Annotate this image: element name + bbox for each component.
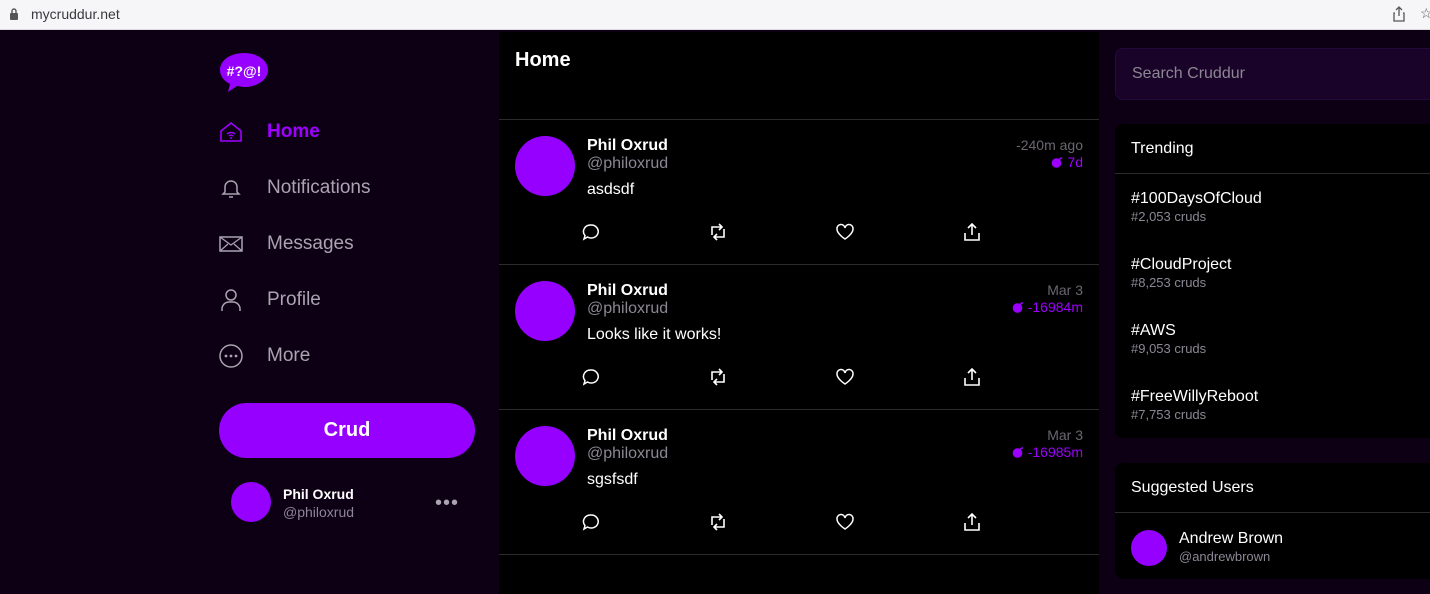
reply-icon[interactable] <box>579 220 603 244</box>
avatar <box>1131 530 1167 566</box>
crud-post[interactable]: Phil Oxrud @philoxrud asdsdf -240m ago 7… <box>499 120 1099 265</box>
trend-count: #9,053 cruds <box>1131 341 1207 356</box>
current-user-name: Phil Oxrud <box>283 486 354 502</box>
post-expiry: -16984m <box>1012 299 1083 315</box>
trending-box: Trending #100DaysOfCloud #2,053 cruds #C… <box>1115 124 1430 438</box>
envelope-icon <box>219 232 243 256</box>
star-icon[interactable]: ☆ <box>1420 5 1430 22</box>
post-expiry-text: -16984m <box>1027 299 1083 315</box>
post-author-handle[interactable]: @philoxrud <box>587 445 668 463</box>
url-text[interactable]: mycruddur.net <box>31 6 120 22</box>
post-time: -240m ago <box>1016 137 1083 153</box>
post-author-name[interactable]: Phil Oxrud <box>587 282 668 300</box>
heart-icon[interactable] <box>833 220 857 244</box>
trend-count: #7,753 cruds <box>1131 407 1207 422</box>
home-icon <box>219 120 243 144</box>
trend-tag: #AWS <box>1131 322 1176 339</box>
nav-label: Messages <box>267 233 354 254</box>
trend-item[interactable]: #FreeWillyReboot #7,753 cruds <box>1115 372 1430 438</box>
share-icon[interactable] <box>960 365 984 389</box>
lock-icon <box>10 8 18 20</box>
avatar[interactable] <box>515 281 575 341</box>
post-actions <box>579 510 999 534</box>
bell-icon <box>219 176 243 200</box>
avatar <box>231 482 271 522</box>
browser-address-bar: mycruddur.net ☆ <box>0 0 1430 30</box>
share-icon[interactable] <box>1392 6 1406 22</box>
suggested-user-handle: @andrewbrown <box>1179 549 1271 564</box>
logo-text: #?@! <box>227 63 262 79</box>
more-circle-icon <box>219 344 243 368</box>
suggested-users-box: Suggested Users Andrew Brown @andrewbrow… <box>1115 463 1430 579</box>
avatar[interactable] <box>515 136 575 196</box>
avatar[interactable] <box>515 426 575 486</box>
bomb-icon <box>1012 301 1024 313</box>
suggested-user-name: Andrew Brown <box>1179 530 1284 547</box>
nav-item-home[interactable]: Home <box>219 114 479 150</box>
trend-count: #8,253 cruds <box>1131 275 1207 290</box>
nav-label: More <box>267 345 311 366</box>
bomb-icon <box>1012 446 1024 458</box>
post-actions <box>579 220 999 244</box>
post-expiry-text: -16985m <box>1027 444 1083 460</box>
share-icon[interactable] <box>960 510 984 534</box>
search-box <box>1115 48 1430 100</box>
trending-title: Trending <box>1115 124 1430 174</box>
nav-item-notifications[interactable]: Notifications <box>219 170 479 206</box>
page-title: Home <box>515 49 571 71</box>
post-message: Looks like it works! <box>587 326 722 343</box>
cruddur-logo[interactable]: #?@! <box>219 51 269 93</box>
nav-item-profile[interactable]: Profile <box>219 282 479 318</box>
trend-tag: #100DaysOfCloud <box>1131 190 1262 207</box>
post-message: asdsdf <box>587 181 635 198</box>
post-expiry: 7d <box>1051 154 1083 170</box>
crud-button[interactable]: Crud <box>219 403 475 458</box>
crud-post[interactable]: Phil Oxrud @philoxrud Looks like it work… <box>499 265 1099 410</box>
trend-count: #2,053 cruds <box>1131 209 1207 224</box>
current-user-handle: @philoxrud <box>283 504 355 520</box>
trend-item[interactable]: #100DaysOfCloud #2,053 cruds <box>1115 174 1430 240</box>
reply-icon[interactable] <box>579 365 603 389</box>
post-author-name[interactable]: Phil Oxrud <box>587 427 668 445</box>
nav-item-messages[interactable]: Messages <box>219 226 479 262</box>
post-author-handle[interactable]: @philoxrud <box>587 155 668 173</box>
trend-item[interactable]: #AWS #9,053 cruds <box>1115 306 1430 372</box>
trend-tag: #CloudProject <box>1131 256 1232 273</box>
reply-icon[interactable] <box>579 510 603 534</box>
crud-post[interactable]: Phil Oxrud @philoxrud sgsfsdf Mar 3 -169… <box>499 410 1099 555</box>
trend-tag: #FreeWillyReboot <box>1131 388 1259 405</box>
bomb-icon <box>1052 156 1063 168</box>
post-actions <box>579 365 999 389</box>
share-icon[interactable] <box>960 220 984 244</box>
post-message: sgsfsdf <box>587 471 638 488</box>
current-user-card[interactable]: Phil Oxrud @philoxrud ••• <box>231 482 471 522</box>
post-time: Mar 3 <box>1047 427 1083 443</box>
search-input[interactable] <box>1116 49 1426 99</box>
post-expiry-text: 7d <box>1067 154 1083 170</box>
trend-item[interactable]: #CloudProject #8,253 cruds <box>1115 240 1430 306</box>
repost-icon[interactable] <box>706 220 730 244</box>
left-sidebar: #?@! Home Notifications Messages Profile <box>0 32 499 594</box>
post-time: Mar 3 <box>1047 282 1083 298</box>
right-sidebar: Trending #100DaysOfCloud #2,053 cruds #C… <box>1099 32 1430 594</box>
user-menu-dots-icon[interactable]: ••• <box>435 492 459 515</box>
suggested-user[interactable]: Andrew Brown @andrewbrown <box>1115 513 1430 579</box>
nav-label: Home <box>267 121 320 142</box>
nav-label: Profile <box>267 289 321 310</box>
heart-icon[interactable] <box>833 365 857 389</box>
post-author-name[interactable]: Phil Oxrud <box>587 137 668 155</box>
suggested-users-title: Suggested Users <box>1115 463 1430 513</box>
post-author-handle[interactable]: @philoxrud <box>587 300 668 318</box>
nav-item-more[interactable]: More <box>219 338 479 374</box>
feed: Home Phil Oxrud @philoxrud asdsdf -240m … <box>499 32 1099 594</box>
repost-icon[interactable] <box>706 510 730 534</box>
heart-icon[interactable] <box>833 510 857 534</box>
repost-icon[interactable] <box>706 365 730 389</box>
nav-label: Notifications <box>267 177 371 198</box>
post-expiry: -16985m <box>1012 444 1083 460</box>
app: #?@! Home Notifications Messages Profile <box>0 32 1430 594</box>
person-icon <box>219 288 243 312</box>
